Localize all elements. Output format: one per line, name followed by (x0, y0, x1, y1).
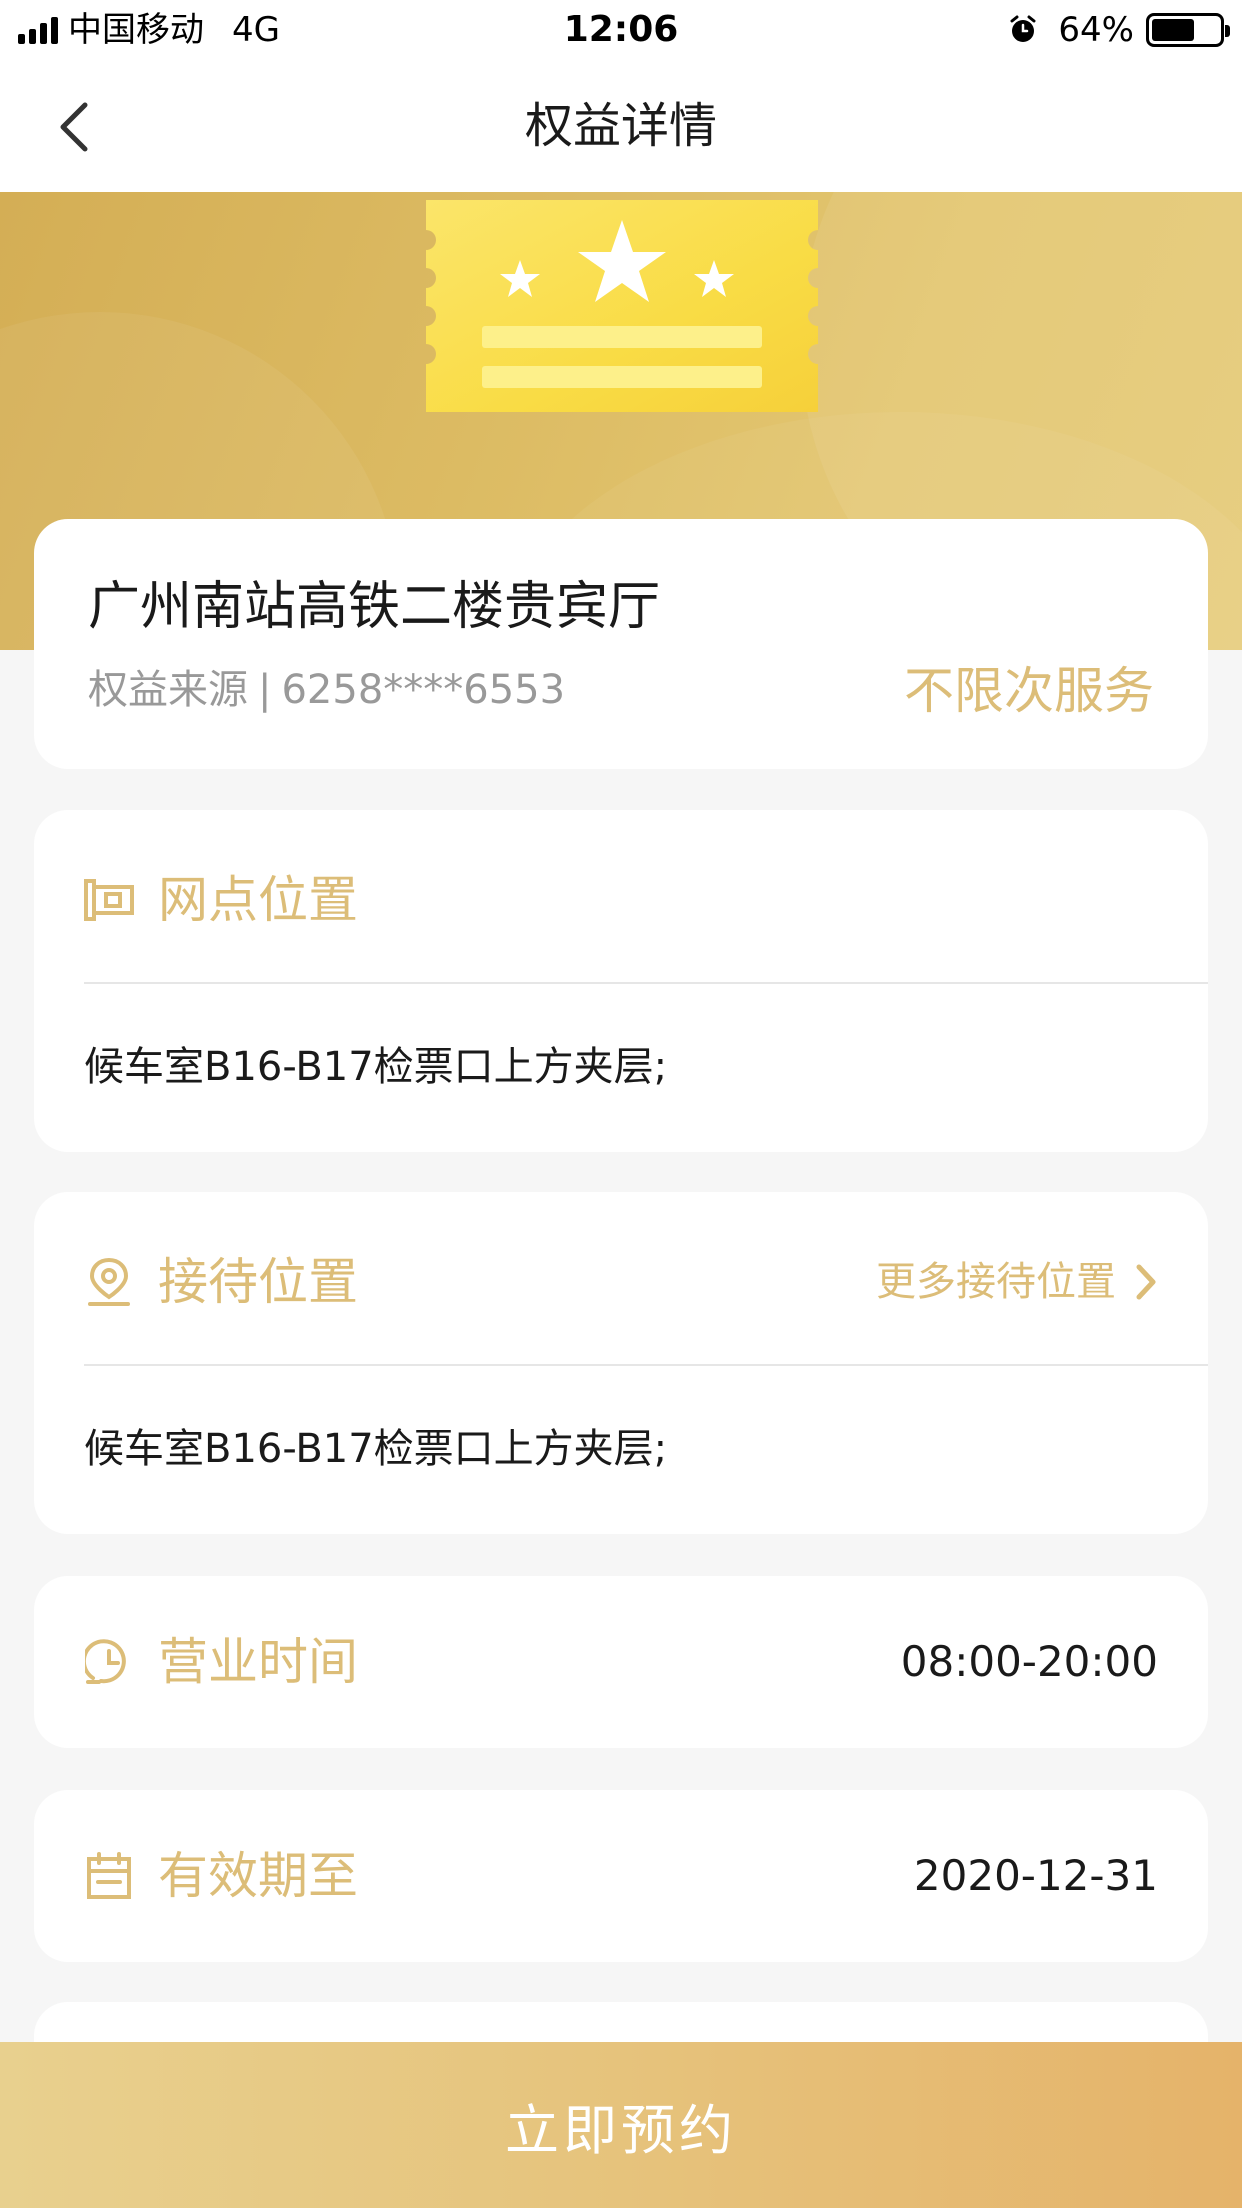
business-hours-label: 营业时间 (158, 1633, 358, 1691)
business-hours-header: 营业时间 (84, 1630, 358, 1694)
reception-location-value: 候车室B16-B17检票口上方夹层; (84, 1426, 668, 1472)
benefit-detail-page: 中国移动 4G 12:06 64% 权益详情 广州南站高铁二楼贵宾厅 权益来源 … (0, 0, 1242, 2208)
benefit-summary-card: 广州南站高铁二楼贵宾厅 权益来源 | 6258****6553 不限次服务 (34, 519, 1208, 769)
valid-until-card: 有效期至 2020-12-31 (34, 1790, 1208, 1962)
reception-location-label: 接待位置 (158, 1253, 358, 1311)
battery-level (1152, 19, 1195, 41)
valid-until-header: 有效期至 (84, 1844, 358, 1908)
business-hours-value: 08:00-20:00 (900, 1637, 1158, 1686)
benefit-source-label: 权益来源 (88, 667, 248, 713)
divider (84, 982, 1208, 984)
ticket-icon (426, 200, 818, 412)
benefit-source-separator: | (258, 667, 272, 713)
chevron-right-icon (1136, 1264, 1156, 1300)
battery-percent: 64% (1058, 10, 1134, 50)
reception-location-header: 接待位置 (84, 1250, 358, 1314)
battery-icon (1146, 13, 1230, 47)
status-bar-right: 64% (1008, 10, 1230, 50)
alarm-clock-icon (1010, 15, 1036, 42)
divider (84, 1364, 1208, 1366)
branch-location-card: 网点位置 候车室B16-B17检票口上方夹层; (34, 810, 1208, 1152)
valid-until-value: 2020-12-31 (913, 1851, 1158, 1900)
business-hours-card: 营业时间 08:00-20:00 (34, 1576, 1208, 1748)
book-now-label: 立即预约 (505, 2100, 737, 2161)
branch-location-value: 候车室B16-B17检票口上方夹层; (84, 1044, 668, 1090)
book-now-button[interactable]: 立即预约 (0, 2042, 1242, 2208)
benefit-source: 权益来源 | 6258****6553 (88, 665, 565, 715)
location-pin-icon (84, 1257, 134, 1307)
more-reception-locations-label: 更多接待位置 (876, 1259, 1116, 1305)
benefit-title: 广州南站高铁二楼贵宾厅 (88, 577, 661, 637)
status-bar: 中国移动 4G 12:06 64% (0, 0, 1242, 62)
more-reception-locations-link[interactable]: 更多接待位置 (876, 1250, 1158, 1314)
calendar-icon (84, 1851, 134, 1901)
benefit-source-card: 6258****6553 (281, 667, 566, 713)
reception-location-card: 接待位置 更多接待位置 候车室B16-B17检票口上方夹层; (34, 1192, 1208, 1534)
valid-until-label: 有效期至 (158, 1847, 358, 1905)
clock-icon (84, 1637, 134, 1687)
building-icon (84, 875, 134, 925)
navigation-bar: 权益详情 (0, 62, 1242, 192)
branch-location-label: 网点位置 (158, 871, 358, 929)
usage-tag: 不限次服务 (904, 662, 1154, 720)
branch-location-header: 网点位置 (84, 868, 358, 932)
page-title: 权益详情 (524, 98, 717, 154)
